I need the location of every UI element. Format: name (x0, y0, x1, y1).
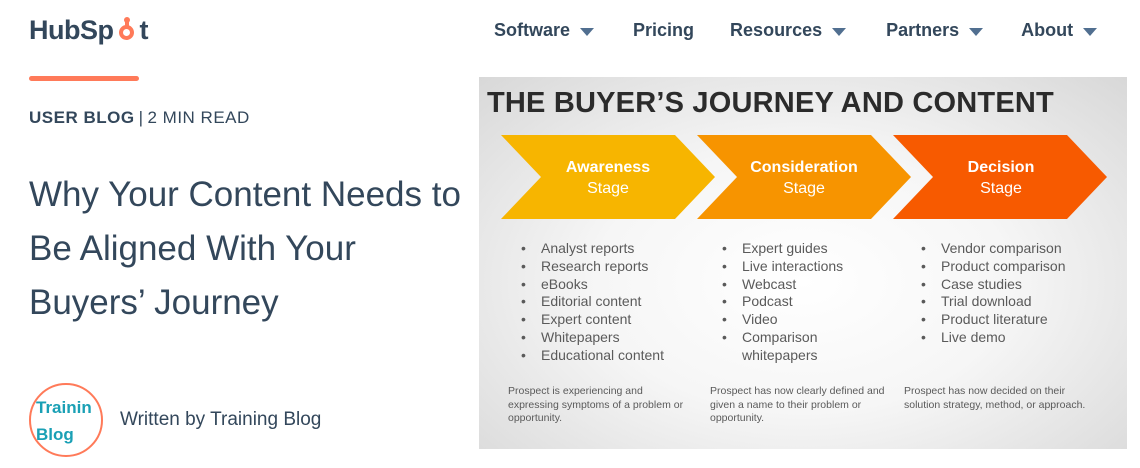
author-name-link[interactable]: Training Blog (210, 409, 321, 430)
list-item: Podcast (720, 293, 843, 311)
list-item: Case studies (919, 276, 1066, 294)
stage-name: Decision (967, 159, 1035, 176)
author-byline: Trainin Blog Written by Training Blog (29, 383, 321, 457)
sprocket-icon (115, 16, 139, 43)
stage-subtitle: Stage (783, 180, 825, 197)
list-item: Live demo (919, 329, 1066, 347)
caret-down-icon (832, 27, 847, 36)
nav-software-label: Software (494, 20, 571, 40)
decision-stage-label: Decision Stage (916, 157, 1086, 199)
avatar-text-line2: Blog (36, 425, 74, 444)
caret-down-icon (969, 27, 984, 36)
logo-text-suffix: t (139, 15, 149, 45)
author-text: Written by Training Blog (120, 409, 321, 431)
decision-content-list: Vendor comparison Product comparison Cas… (919, 240, 1066, 347)
nav-partners[interactable]: Partners (886, 20, 984, 41)
main-nav: Software Pricing Resources Partners Abou… (494, 20, 1098, 41)
list-item: Live interactions (720, 258, 843, 276)
caret-down-icon (580, 27, 595, 36)
list-item: Vendor comparison (919, 240, 1066, 258)
list-item: Product literature (919, 311, 1066, 329)
accent-divider (29, 76, 139, 81)
list-item: Editorial content (519, 293, 664, 311)
avatar-text-line1: Trainin (36, 398, 92, 417)
list-item: eBooks (519, 276, 664, 294)
list-item: Expert guides (720, 240, 843, 258)
list-item: Comparison (720, 329, 843, 347)
stage-name: Consideration (750, 159, 858, 176)
nav-software[interactable]: Software (494, 20, 595, 41)
stage-subtitle: Stage (587, 180, 629, 197)
awareness-description: Prospect is experiencing and expressing … (508, 385, 684, 424)
list-item: Video (720, 311, 843, 329)
stage-name: Awareness (565, 159, 651, 176)
list-item: Whitepapers (519, 329, 664, 347)
author-prefix: Written by (120, 409, 206, 430)
read-time: 2 min read (147, 108, 250, 127)
caret-down-icon (1083, 27, 1098, 36)
meta-separator: | (138, 108, 144, 127)
nav-about-label: About (1021, 20, 1074, 40)
list-item: Webcast (720, 276, 843, 294)
nav-pricing[interactable]: Pricing (633, 20, 694, 41)
consideration-content-list: Expert guides Live interactions Webcast … (720, 240, 843, 365)
hubspot-logo[interactable]: HubSp t (29, 15, 148, 46)
hero-image: THE BUYER’S JOURNEY AND CONTENT Awarenes… (479, 77, 1127, 449)
list-item: whitepapers (742, 346, 818, 363)
consideration-description: Prospect has now clearly defined and giv… (710, 385, 885, 424)
article-meta: User Blog | 2 min read (29, 108, 250, 128)
list-item: Product comparison (919, 258, 1066, 276)
nav-partners-label: Partners (886, 20, 960, 40)
author-avatar[interactable]: Trainin Blog (29, 383, 103, 457)
nav-resources[interactable]: Resources (730, 20, 847, 41)
nav-about[interactable]: About (1021, 20, 1098, 41)
list-item: Analyst reports (519, 240, 664, 258)
list-item: Educational content (519, 347, 664, 365)
nav-resources-label: Resources (730, 20, 823, 40)
list-item: Expert content (519, 311, 664, 329)
awareness-content-list: Analyst reports Research reports eBooks … (519, 240, 664, 365)
logo-text-prefix: HubSp (29, 15, 114, 45)
stage-subtitle: Stage (980, 180, 1022, 197)
consideration-stage-label: Consideration Stage (719, 157, 889, 199)
nav-pricing-label: Pricing (633, 20, 695, 40)
awareness-stage-label: Awareness Stage (523, 157, 693, 199)
category-link[interactable]: User Blog (29, 108, 135, 127)
article-title: Why Your Content Needs to Be Aligned Wit… (29, 175, 461, 322)
decision-description: Prospect has now decided on their soluti… (904, 385, 1086, 411)
list-item: Research reports (519, 258, 664, 276)
list-item: Trial download (919, 293, 1066, 311)
